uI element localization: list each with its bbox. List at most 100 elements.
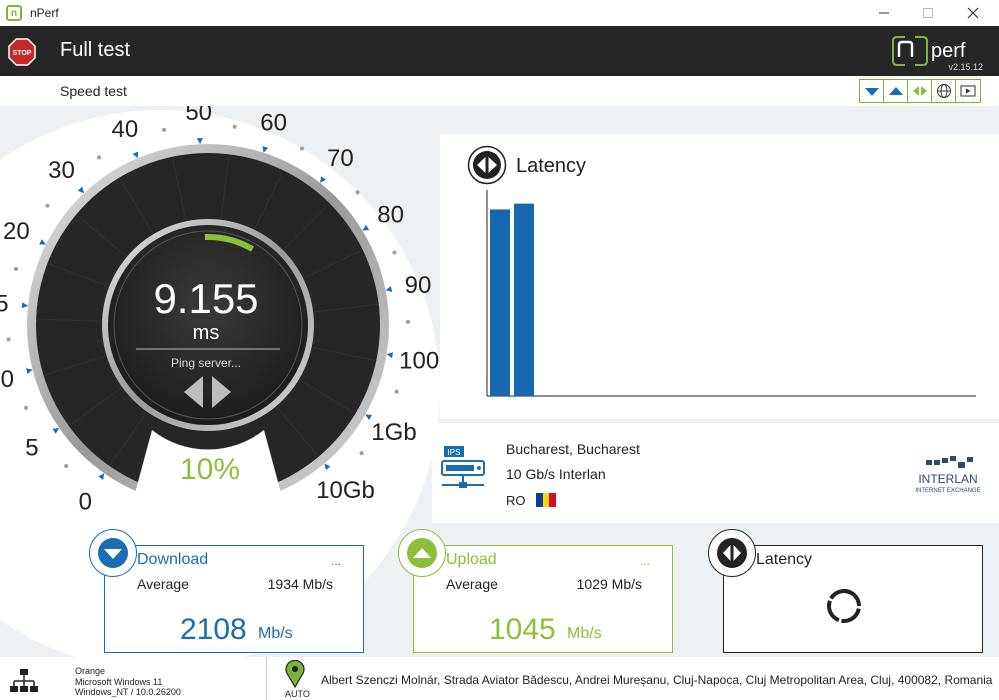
flag-stripe-red <box>549 493 557 507</box>
gauge-scale-label: 90 <box>405 272 432 299</box>
latency-result-card[interactable]: Latency <box>708 529 983 653</box>
flag-stripe-yellow <box>542 493 550 507</box>
gauge-tick-dot <box>355 190 360 195</box>
upload-peak-value: 1045 <box>489 613 556 646</box>
status-divider <box>266 657 267 700</box>
maximize-button[interactable] <box>905 0 951 26</box>
location-mode: AUTO <box>285 689 310 699</box>
gauge-tick-dot <box>359 451 364 456</box>
upload-title: Upload <box>446 551 497 568</box>
gauge-scale-label: 5 <box>25 435 38 462</box>
download-badge <box>89 529 137 577</box>
toolbar-upload-button[interactable] <box>884 80 908 102</box>
toolbar-download-button[interactable] <box>860 80 884 102</box>
nperf-app-icon: n <box>6 5 22 21</box>
gauge-scale-label: 10 <box>0 366 14 393</box>
gauge-tick-marker <box>385 286 393 293</box>
location-pin-icon[interactable] <box>285 660 305 688</box>
server-country: RO <box>506 493 526 508</box>
network-icon <box>10 669 38 692</box>
server-speed: 10 Gb/s Interlan <box>506 466 606 482</box>
location-address: Albert Szenczi Molnár, Strada Aviator Bă… <box>321 673 993 687</box>
interlan-logo-subtext: INTERNET EXCHANGE <box>915 488 980 494</box>
gauge-progress-percent: 10% <box>180 453 240 486</box>
app-header: STOP Full test perf v2.15.12 <box>0 26 999 76</box>
minimize-icon <box>879 12 889 14</box>
gauge-unit: ms <box>193 322 220 344</box>
close-icon <box>967 7 979 19</box>
gauge-tick-dot <box>45 203 50 208</box>
interlan-logo: INTERLAN INTERNET EXCHANGE <box>915 456 981 494</box>
speed-gauge: 0 5 10 15 20 30 40 50 60 70 80 90 100 1Gb 10Gb 9.155 m… <box>0 106 439 519</box>
gauge-scale-label: 30 <box>48 157 75 184</box>
upload-badge <box>398 529 446 577</box>
logo-text: perf <box>931 40 966 62</box>
upload-more-button[interactable]: ... <box>640 554 650 568</box>
upload-peak-unit: Mb/s <box>567 625 602 642</box>
gauge-tick-dot <box>96 155 101 160</box>
server-icon: IPS <box>441 446 485 488</box>
gauge-tick-dot <box>394 389 399 394</box>
latency-bar-chart <box>486 190 976 397</box>
toolbar-latency-button[interactable] <box>908 80 932 102</box>
minimize-button[interactable] <box>861 0 907 26</box>
gauge-tick-marker <box>196 138 203 145</box>
latency-bar <box>514 203 534 396</box>
server-city: Bucharest, Bucharest <box>506 441 640 457</box>
download-result-card[interactable]: Download ... Average 1934 Mb/s 2108 Mb/s <box>89 529 364 653</box>
globe-icon <box>936 84 951 98</box>
stop-label: STOP <box>13 50 32 57</box>
download-peak-value: 2108 <box>180 613 247 646</box>
upload-result-card[interactable]: Upload ... Average 1029 Mb/s 1045 Mb/s <box>398 529 673 653</box>
download-icon <box>864 88 879 96</box>
latency-chart-title: Latency <box>516 155 587 177</box>
download-more-button[interactable]: ... <box>331 554 341 568</box>
latency-icon <box>467 145 507 185</box>
isp-info: Orange Microsoft Windows 11 Windows_NT /… <box>75 666 181 698</box>
gauge-scale-label: 100 <box>399 348 439 375</box>
toolbar-browsing-button[interactable] <box>932 80 956 102</box>
gauge-tick-dot <box>23 405 28 410</box>
latency-title: Latency <box>756 551 813 568</box>
page-title: Full test <box>60 39 131 61</box>
latency-icon <box>717 538 747 568</box>
upload-average-value: 1029 Mb/s <box>576 576 642 592</box>
gauge-value: 9.155 <box>153 275 258 322</box>
maximize-icon <box>923 8 933 18</box>
gauge-scale-label: 20 <box>3 218 30 245</box>
interlan-logo-text: INTERLAN <box>918 472 977 486</box>
gauge-scale-label: 15 <box>0 290 9 317</box>
upload-icon <box>888 87 903 95</box>
gauge-tick-dot <box>64 463 69 468</box>
gauge-scale-label: 10Gb <box>316 477 375 504</box>
toolbar-streaming-button[interactable] <box>956 80 980 102</box>
section-title: Speed test <box>60 83 127 99</box>
os-name: Microsoft Windows 11 <box>75 676 163 687</box>
loading-spinner-icon <box>827 589 861 623</box>
flag-stripe-blue <box>536 493 543 507</box>
gauge-tick-dot <box>392 250 397 255</box>
chart-bars <box>490 203 534 396</box>
nperf-window: n nPerf STOP Full test perf v2.15.12 Spe… <box>0 0 999 700</box>
close-button[interactable] <box>950 0 996 26</box>
gauge-tick-dot <box>232 124 237 129</box>
gauge-scale-label: 70 <box>327 145 354 172</box>
window-titlebar: n nPerf <box>0 0 999 26</box>
stop-button[interactable]: STOP <box>8 38 36 66</box>
upload-average-label: Average <box>446 576 498 592</box>
isp-name: Orange <box>75 666 106 676</box>
version-label: v2.15.12 <box>948 62 983 72</box>
gauge-tick-dot <box>6 337 11 342</box>
romania-flag-icon <box>536 493 557 507</box>
ips-label: IPS <box>448 448 461 457</box>
gauge-scale-label: 0 <box>79 488 92 515</box>
gauge-scale-label: 60 <box>260 109 287 136</box>
download-average-value: 1934 Mb/s <box>267 576 333 592</box>
gauge-scale-label: 40 <box>112 116 139 143</box>
gauge-tick-dot <box>300 146 305 151</box>
video-icon <box>960 85 976 97</box>
window-title: nPerf <box>30 6 59 20</box>
gauge-tick-dot <box>405 319 410 324</box>
latency-icon <box>912 86 927 96</box>
latency-bar <box>490 209 510 396</box>
